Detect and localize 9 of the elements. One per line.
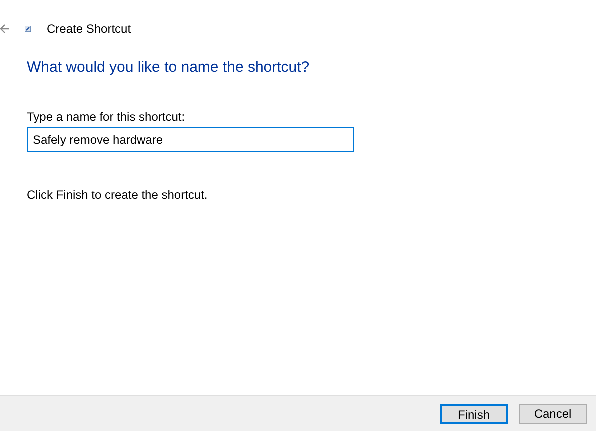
dialog-button[interactable]: Cancel (519, 404, 587, 424)
window-title: Create Shortcut (47, 21, 132, 38)
name-input-field[interactable]: Safely remove hardware (27, 127, 354, 152)
instruction-text: Click Finish to create the shortcut. (27, 187, 209, 204)
field-label: Type a name for this shortcut: (27, 109, 186, 124)
back-arrow-icon[interactable] (0, 24, 10, 34)
dialog-button[interactable]: Finish (440, 404, 508, 424)
wizard-heading: What would you like to name the shortcut? (27, 58, 311, 78)
shortcut-icon (25, 26, 31, 32)
